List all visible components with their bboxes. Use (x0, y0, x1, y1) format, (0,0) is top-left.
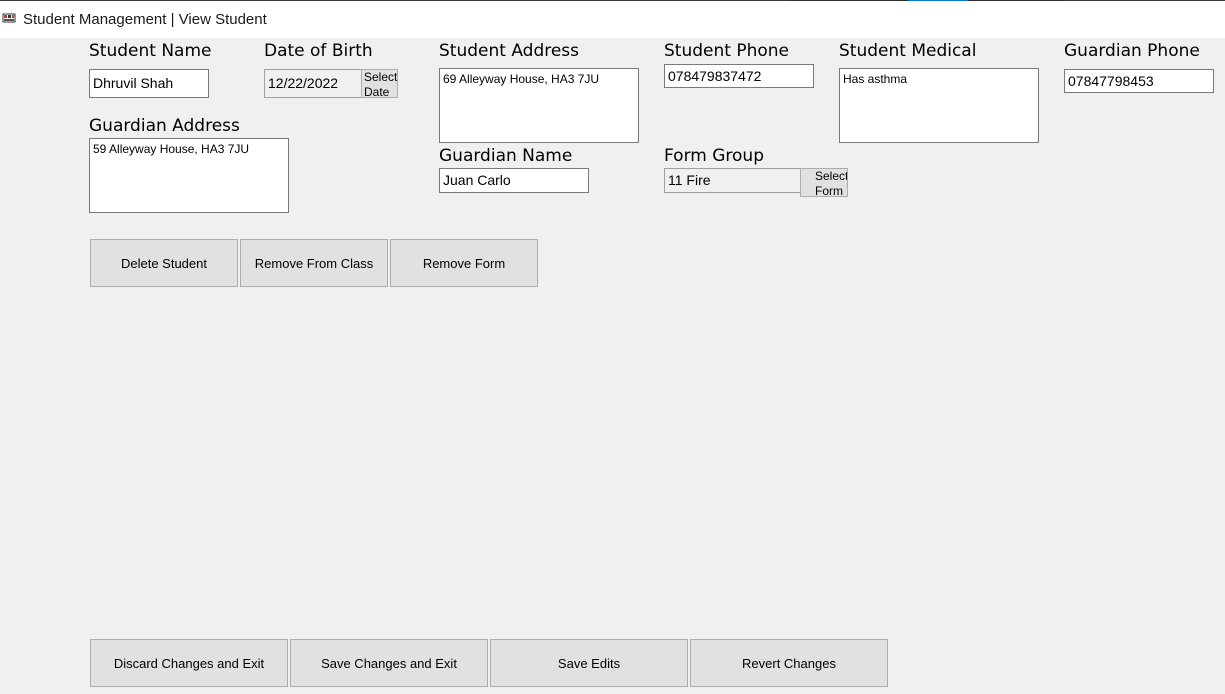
date-of-birth-label: Date of Birth (264, 41, 373, 61)
student-address-field[interactable]: 69 Alleyway House, HA3 7JU (439, 68, 639, 143)
guardian-address-field[interactable]: 59 Alleyway House, HA3 7JU (89, 138, 289, 213)
remove-form-button[interactable]: Remove Form (390, 239, 538, 287)
student-medical-label: Student Medical (839, 41, 977, 61)
save-changes-and-exit-button[interactable]: Save Changes and Exit (290, 639, 488, 687)
app-icon (2, 13, 16, 23)
select-form-button[interactable]: Select Form (800, 168, 848, 197)
save-edits-button[interactable]: Save Edits (490, 639, 688, 687)
student-name-field[interactable]: Dhruvil Shah (89, 69, 209, 98)
titlebar-accent-line-right (968, 0, 1064, 1)
student-phone-field[interactable]: 078479837472 (664, 64, 814, 88)
title-bar: Student Management | View Student (0, 0, 1225, 38)
student-medical-field[interactable]: Has asthma (839, 68, 1039, 143)
guardian-name-field[interactable]: Juan Carlo (439, 168, 589, 193)
form-group-field: 11 Fire (664, 168, 814, 193)
student-phone-label: Student Phone (664, 41, 789, 61)
date-of-birth-field: 12/22/2022 (264, 69, 364, 98)
titlebar-accent-line (790, 0, 908, 1)
guardian-phone-label: Guardian Phone (1064, 41, 1200, 61)
student-address-label: Student Address (439, 41, 580, 61)
guardian-name-label: Guardian Name (439, 146, 573, 166)
guardian-address-label: Guardian Address (89, 116, 240, 136)
revert-changes-button[interactable]: Revert Changes (690, 639, 888, 687)
guardian-phone-field[interactable]: 07847798453 (1064, 69, 1214, 93)
window-title: Student Management | View Student (23, 11, 267, 28)
select-date-button[interactable]: Select Date (361, 69, 398, 98)
remove-from-class-button[interactable]: Remove From Class (240, 239, 388, 287)
discard-changes-and-exit-button[interactable]: Discard Changes and Exit (90, 639, 288, 687)
student-name-label: Student Name (89, 41, 212, 61)
form-group-label: Form Group (664, 146, 764, 166)
delete-student-button[interactable]: Delete Student (90, 239, 238, 287)
titlebar-accent-highlight (908, 0, 968, 1)
